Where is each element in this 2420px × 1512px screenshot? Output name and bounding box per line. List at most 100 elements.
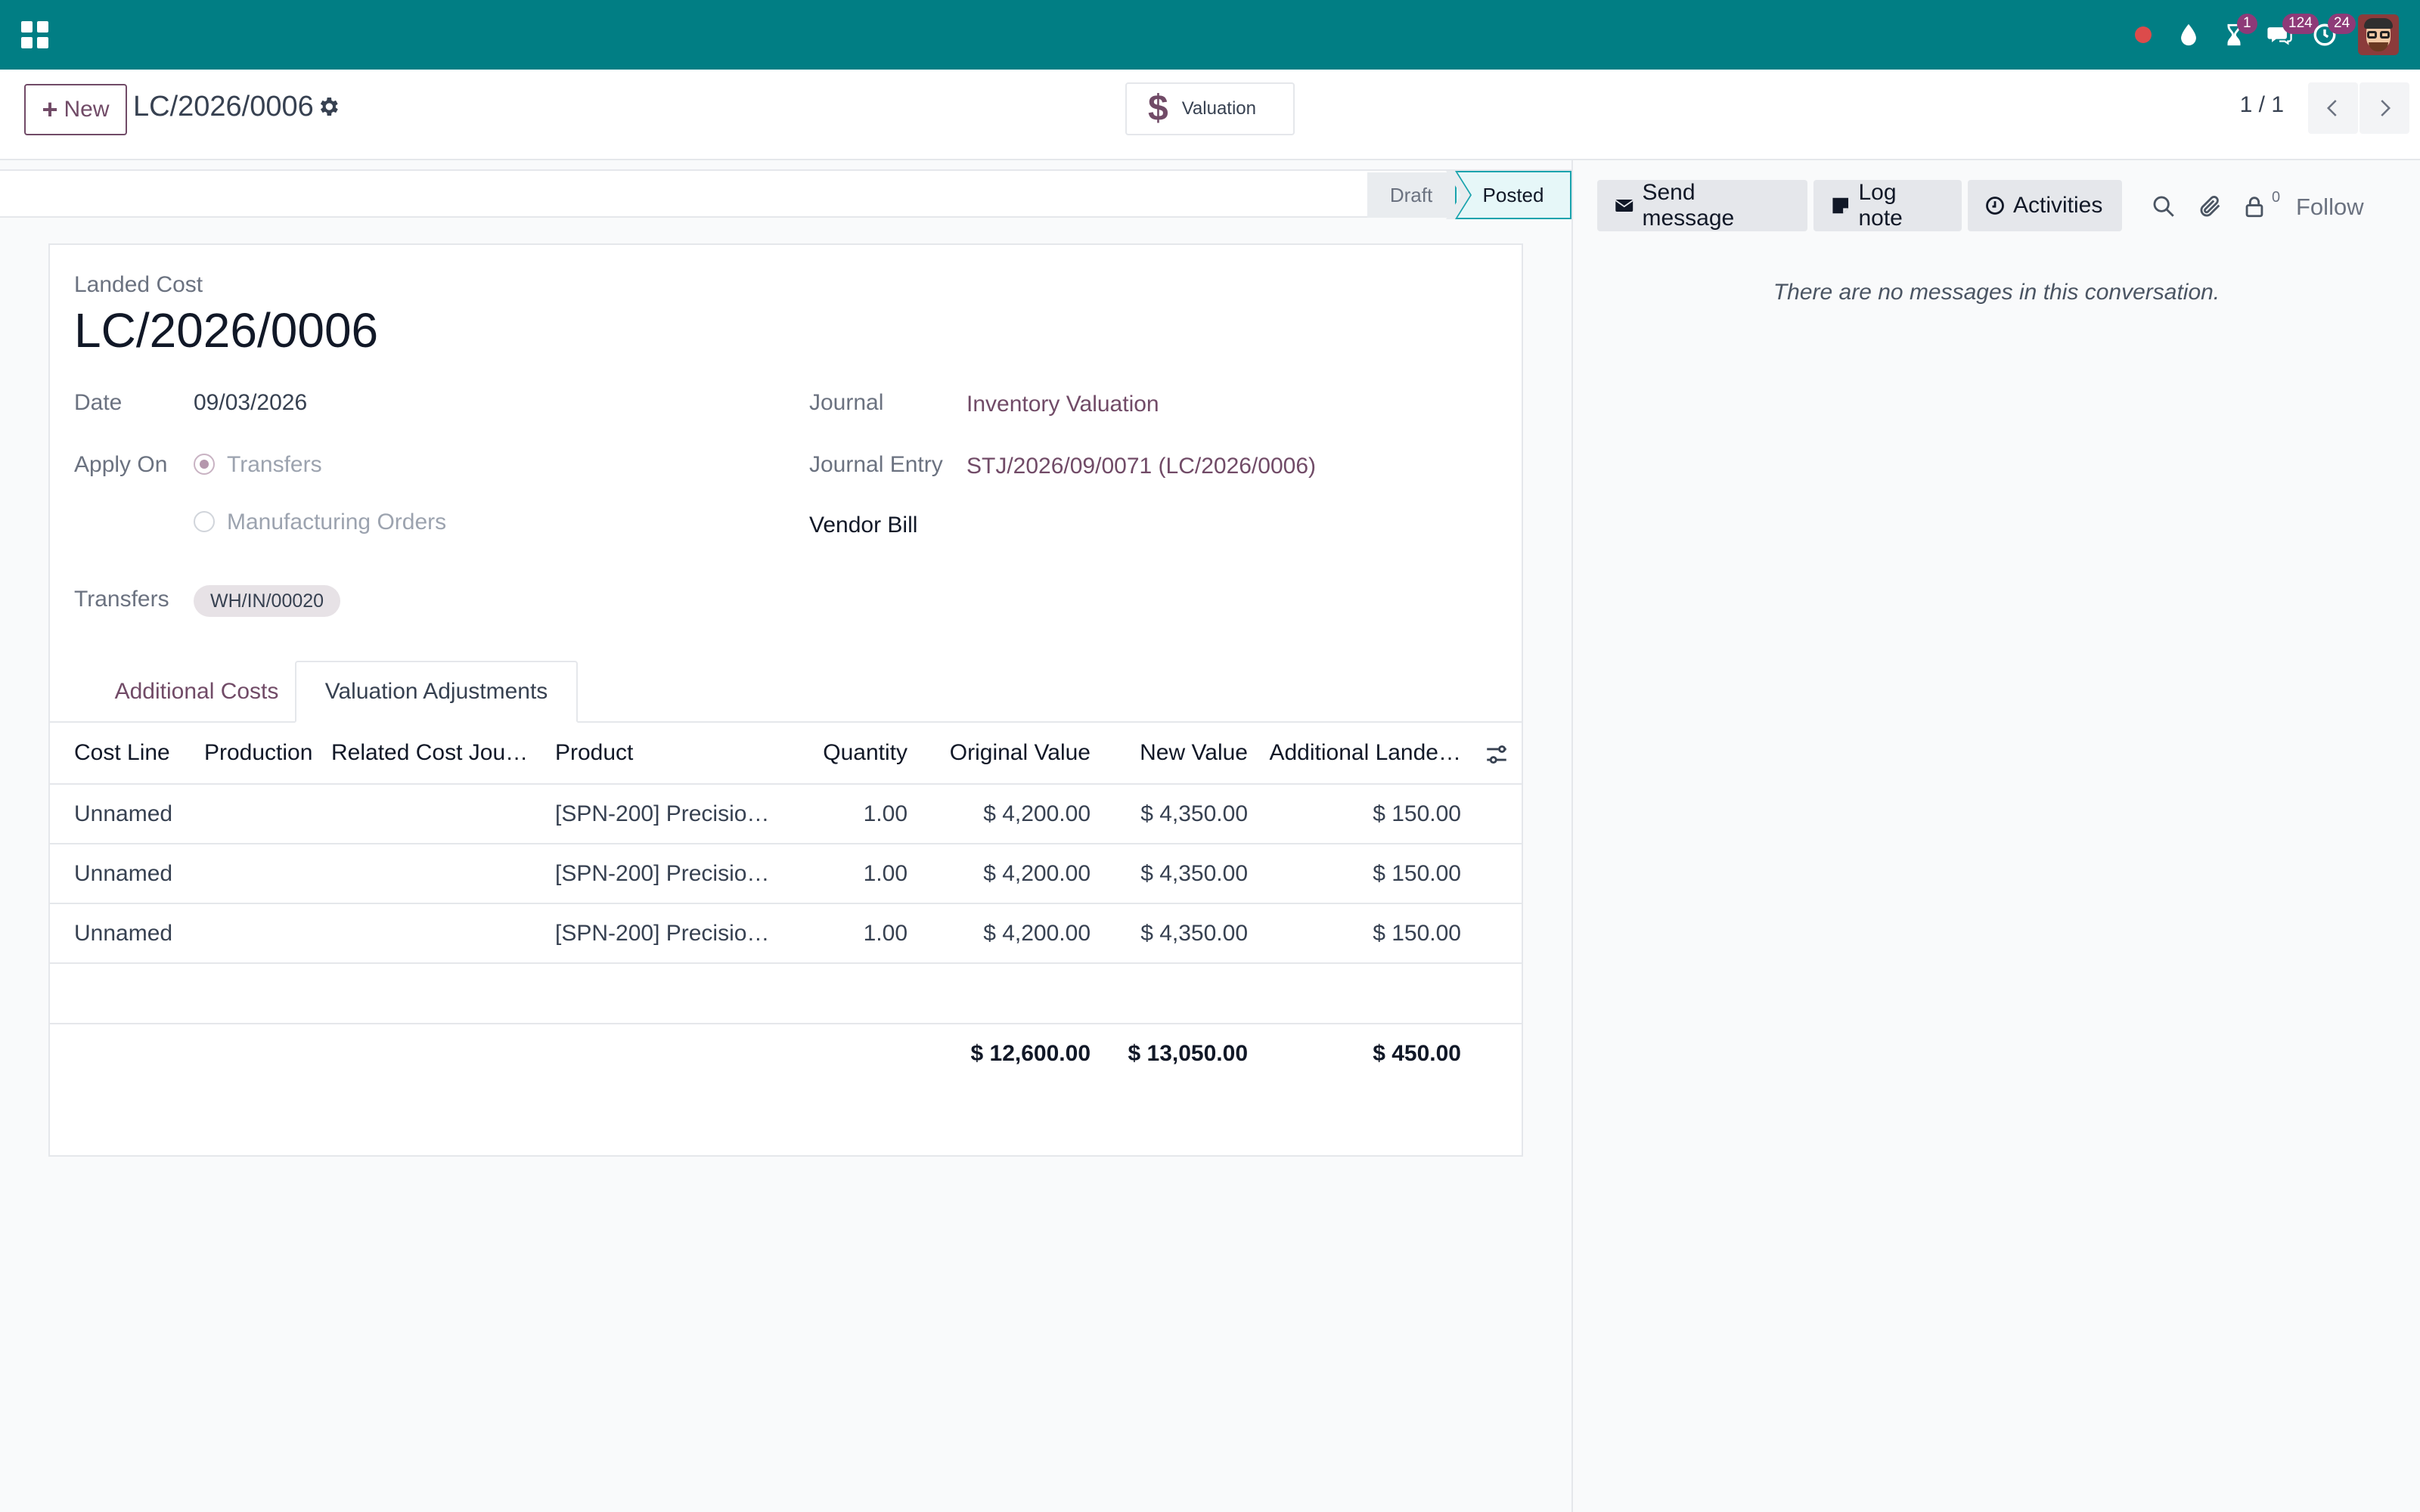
drop-icon[interactable] <box>2166 0 2211 70</box>
activities-clock-icon[interactable]: 24 <box>2302 0 2356 70</box>
table-totals-row: $ 12,600.00 $ 13,050.00 $ 450.00 <box>50 1024 1522 1083</box>
vendor-bill-label: Vendor Bill <box>809 513 918 538</box>
apply-on-manufacturing-label: Manufacturing Orders <box>227 510 447 534</box>
optional-columns-sliders-icon[interactable] <box>1484 742 1509 767</box>
activities-button[interactable]: Activities <box>1968 180 2122 231</box>
cell-quantity: 1.00 <box>863 920 908 946</box>
dollar-icon: $ <box>1148 88 1168 129</box>
cell-new-value: $ 4,350.00 <box>1140 920 1248 946</box>
follow-button[interactable]: Follow <box>2296 194 2364 221</box>
cell-additional-landed-cost: $ 150.00 <box>1373 920 1461 946</box>
table-empty-row <box>50 964 1522 1024</box>
cell-original-value: $ 4,200.00 <box>983 860 1091 886</box>
tab-additional-costs[interactable]: Additional Costs <box>98 661 295 723</box>
user-avatar[interactable] <box>2358 14 2399 55</box>
valuation-smart-button[interactable]: $ Valuation <box>1125 82 1295 135</box>
recording-indicator-icon[interactable] <box>2121 0 2166 70</box>
cell-production <box>204 844 328 903</box>
send-message-button[interactable]: Send message <box>1597 180 1807 231</box>
cell-product: [SPN-200] Precisio… <box>555 801 770 826</box>
empty-conversation-text: There are no messages in this conversati… <box>1773 280 2220 305</box>
cell-quantity: 1.00 <box>863 801 908 826</box>
log-note-button[interactable]: Log note <box>1813 180 1962 231</box>
paperclip-icon[interactable] <box>2198 194 2223 219</box>
total-original-value: $ 12,600.00 <box>970 1041 1091 1066</box>
cell-related-cost-journal <box>331 844 543 903</box>
chevron-left-icon <box>2326 100 2337 116</box>
table-row[interactable]: Unnamed [SPN-200] Precisio… 1.00 $ 4,200… <box>50 844 1522 904</box>
cell-related-cost-journal <box>331 785 543 843</box>
cell-quantity: 1.00 <box>863 860 908 886</box>
journal-entry-link[interactable]: STJ/2026/09/0071 (LC/2026/0006) <box>966 454 1316 479</box>
total-additional-landed-cost: $ 450.00 <box>1373 1041 1461 1066</box>
form-title: LC/2026/0006 <box>74 303 379 358</box>
breadcrumb-record-name: LC/2026/0006 <box>133 91 314 122</box>
envelope-icon <box>1615 199 1634 212</box>
status-bar: Draft Posted <box>0 169 1571 219</box>
activities-label: Activities <box>2013 193 2103 218</box>
stage-arrow-icon <box>1446 171 1472 219</box>
cell-new-value: $ 4,350.00 <box>1140 801 1248 826</box>
apply-on-label: Apply On <box>74 452 168 477</box>
gear-icon[interactable] <box>316 94 340 119</box>
date-label: Date <box>74 390 123 415</box>
hourglass-icon[interactable]: 1 <box>2211 0 2257 70</box>
cell-cost-line: Unnamed <box>74 920 173 946</box>
tab-valuation-adjustments[interactable]: Valuation Adjustments <box>295 661 578 723</box>
form-sheet: Landed Cost LC/2026/0006 Date 09/03/2026… <box>48 243 1523 1157</box>
cell-product: [SPN-200] Precisio… <box>555 920 770 946</box>
timer-badge: 1 <box>2237 14 2257 34</box>
transfers-label: Transfers <box>74 587 169 612</box>
column-header-cost-line[interactable]: Cost Line <box>74 723 203 783</box>
clock-icon <box>1986 197 2004 215</box>
column-header-product[interactable]: Product <box>555 723 805 783</box>
cell-related-cost-journal <box>331 904 543 962</box>
total-new-value: $ 13,050.00 <box>1128 1041 1248 1066</box>
journal-link[interactable]: Inventory Valuation <box>966 392 1159 417</box>
table-row[interactable]: Unnamed [SPN-200] Precisio… 1.00 $ 4,200… <box>50 785 1522 844</box>
column-header-quantity[interactable]: Quantity <box>806 723 908 783</box>
send-message-label: Send message <box>1642 180 1735 231</box>
apply-on-manufacturing-radio[interactable] <box>194 511 215 532</box>
column-header-additional-landed-cost[interactable]: Additional Lande… <box>1252 723 1461 783</box>
cell-new-value: $ 4,350.00 <box>1140 860 1248 886</box>
pager-value[interactable]: 1 / 1 <box>2240 92 2284 118</box>
lock-follower-icon[interactable] <box>2242 194 2267 219</box>
cell-additional-landed-cost: $ 150.00 <box>1373 860 1461 886</box>
search-icon[interactable] <box>2151 194 2176 219</box>
new-button[interactable]: + New <box>24 84 127 135</box>
followers-count: 0 <box>2272 189 2281 206</box>
new-button-label: New <box>64 97 110 122</box>
sticky-note-icon <box>1832 197 1849 214</box>
column-header-original-value[interactable]: Original Value <box>912 723 1091 783</box>
journal-entry-label: Journal Entry <box>809 452 943 477</box>
pager-previous-button[interactable] <box>2308 82 2358 134</box>
stage-draft[interactable]: Draft <box>1367 172 1455 218</box>
cell-product: [SPN-200] Precisio… <box>555 860 770 886</box>
cell-original-value: $ 4,200.00 <box>983 801 1091 826</box>
apply-on-transfers-radio[interactable] <box>194 454 215 475</box>
apply-on-transfers-label: Transfers <box>227 452 322 477</box>
column-header-production[interactable]: Production <box>204 723 328 783</box>
journal-label: Journal <box>809 390 884 415</box>
table-header-row: Cost Line Production Related Cost Jou… P… <box>50 723 1522 785</box>
chatter-panel: Send message Log note Activities 0 Follo… <box>1573 160 2420 1512</box>
pager-next-button[interactable] <box>2360 82 2409 134</box>
cell-production <box>204 785 328 843</box>
column-header-related-cost-journal[interactable]: Related Cost Jou… <box>331 723 543 783</box>
table-row[interactable]: Unnamed [SPN-200] Precisio… 1.00 $ 4,200… <box>50 904 1522 964</box>
transfer-tag[interactable]: WH/IN/00020 <box>194 585 341 617</box>
cell-cost-line: Unnamed <box>74 860 173 886</box>
cell-original-value: $ 4,200.00 <box>983 920 1091 946</box>
form-subtitle: Landed Cost <box>74 272 203 297</box>
date-field[interactable]: 09/03/2026 <box>194 390 307 416</box>
cell-additional-landed-cost: $ 150.00 <box>1373 801 1461 826</box>
messages-icon[interactable]: 124 <box>2257 0 2319 70</box>
chevron-right-icon <box>2381 100 2391 116</box>
log-note-label: Log note <box>1858 180 1903 231</box>
control-panel: + New LC/2026/0006 $ Valuation 1 / 1 <box>0 70 2420 160</box>
activities-badge: 24 <box>2328 14 2356 34</box>
apps-menu-icon[interactable] <box>21 21 48 48</box>
column-header-new-value[interactable]: New Value <box>1095 723 1248 783</box>
cell-cost-line: Unnamed <box>74 801 173 826</box>
